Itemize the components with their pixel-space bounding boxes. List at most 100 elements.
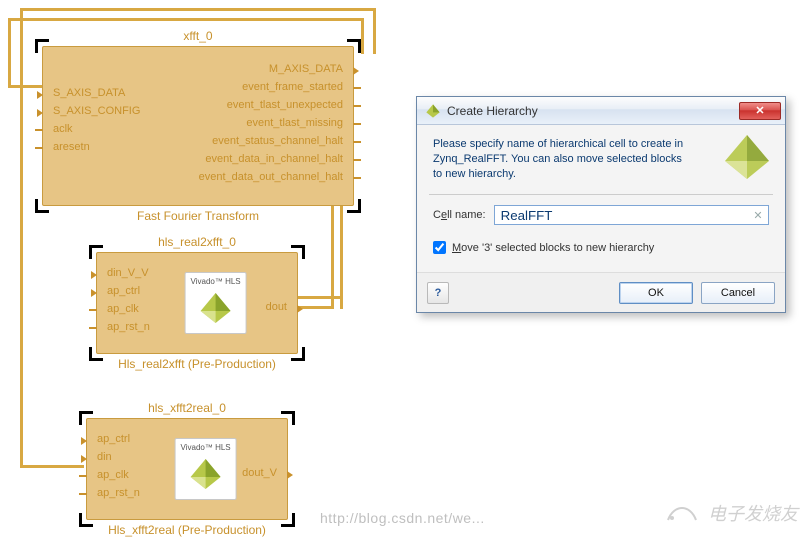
port-stub-icon bbox=[89, 327, 97, 329]
block-subtitle: Hls_real2xfft (Pre-Production) bbox=[118, 357, 276, 371]
help-icon: ? bbox=[435, 287, 442, 299]
move-blocks-checkbox[interactable] bbox=[433, 241, 446, 254]
selection-corner bbox=[291, 245, 305, 259]
port[interactable]: din bbox=[97, 449, 140, 465]
label-part: ll name: bbox=[447, 209, 486, 221]
port[interactable]: aclk bbox=[53, 121, 140, 137]
ports-right: dout_V bbox=[242, 465, 277, 481]
port-stub-icon bbox=[79, 475, 87, 477]
ok-button[interactable]: OK bbox=[619, 282, 693, 304]
port[interactable]: ap_rst_n bbox=[107, 319, 150, 335]
hls-logo-label: Vivado™ HLS bbox=[176, 443, 236, 452]
dialog-instructions: Please specify name of hierarchical cell… bbox=[433, 137, 693, 182]
selection-corner bbox=[79, 411, 93, 425]
port-stub-icon bbox=[79, 493, 87, 495]
wire bbox=[20, 465, 84, 468]
port-stub-icon bbox=[353, 177, 361, 179]
port-stub-icon bbox=[353, 105, 361, 107]
port[interactable]: din_V_V bbox=[107, 265, 150, 281]
selection-corner bbox=[281, 411, 295, 425]
port[interactable]: ap_rst_n bbox=[97, 485, 140, 501]
port-arrow-icon bbox=[353, 67, 359, 75]
port-arrow-icon bbox=[37, 91, 43, 99]
port[interactable]: S_AXIS_CONFIG bbox=[53, 103, 140, 119]
port-arrow-icon bbox=[91, 289, 97, 297]
create-hierarchy-dialog[interactable]: Create Hierarchy ✕ Please specify name o… bbox=[416, 96, 786, 313]
ports-left: ap_ctrl din ap_clk ap_rst_n bbox=[97, 431, 140, 501]
block-subtitle: Hls_xfft2real (Pre-Production) bbox=[108, 523, 266, 537]
port-arrow-icon bbox=[91, 271, 97, 279]
help-button[interactable]: ? bbox=[427, 282, 449, 304]
port[interactable]: event_tlast_missing bbox=[199, 115, 343, 131]
ip-block-real2xfft0[interactable]: hls_real2xfft_0 din_V_V ap_ctrl ap_clk a… bbox=[96, 252, 298, 354]
port[interactable]: ap_clk bbox=[97, 467, 140, 483]
port[interactable]: event_status_channel_halt bbox=[199, 133, 343, 149]
port[interactable]: event_data_out_channel_halt bbox=[199, 169, 343, 185]
dialog-title: Create Hierarchy bbox=[447, 104, 739, 118]
brand-icon bbox=[662, 498, 702, 526]
port-stub-icon bbox=[353, 123, 361, 125]
port[interactable]: event_data_in_channel_halt bbox=[199, 151, 343, 167]
cell-name-input[interactable] bbox=[494, 205, 769, 225]
port[interactable]: S_AXIS_DATA bbox=[53, 85, 140, 101]
watermark-url: http://blog.csdn.net/we... bbox=[320, 510, 485, 526]
dialog-body: Please specify name of hierarchical cell… bbox=[417, 125, 785, 194]
wire bbox=[8, 85, 42, 88]
clear-input-icon[interactable]: ✕ bbox=[751, 208, 765, 222]
watermark-brand: 电子发烧友 bbox=[662, 498, 798, 526]
port-stub-icon bbox=[353, 87, 361, 89]
ports-right: dout bbox=[266, 299, 287, 315]
dialog-titlebar[interactable]: Create Hierarchy ✕ bbox=[417, 97, 785, 125]
selection-corner bbox=[291, 347, 305, 361]
ok-label: OK bbox=[648, 287, 664, 299]
label-mnemonic: M bbox=[452, 242, 461, 254]
hls-logo-label: Vivado™ HLS bbox=[186, 277, 246, 286]
port[interactable]: ap_ctrl bbox=[107, 283, 150, 299]
port[interactable]: dout bbox=[266, 299, 287, 315]
block-title: hls_real2xfft_0 bbox=[158, 235, 236, 249]
move-blocks-row: Move '3' selected blocks to new hierarch… bbox=[417, 235, 785, 272]
port[interactable]: M_AXIS_DATA bbox=[199, 61, 343, 77]
wire bbox=[361, 18, 364, 54]
port[interactable]: dout_V bbox=[242, 465, 277, 481]
ports-left: din_V_V ap_ctrl ap_clk ap_rst_n bbox=[107, 265, 150, 335]
vivado-large-icon bbox=[723, 133, 771, 181]
block-design-canvas[interactable]: xfft_0 S_AXIS_DATA S_AXIS_CONFIG aclk ar… bbox=[0, 0, 812, 532]
selection-corner bbox=[347, 199, 361, 213]
selection-corner bbox=[89, 347, 103, 361]
wire bbox=[373, 8, 376, 54]
ports-left: S_AXIS_DATA S_AXIS_CONFIG aclk aresetn bbox=[53, 85, 140, 155]
hls-logo-box: Vivado™ HLS bbox=[175, 438, 237, 500]
wire bbox=[298, 296, 343, 299]
brand-text: 电子发烧友 bbox=[708, 500, 798, 526]
cancel-button[interactable]: Cancel bbox=[701, 282, 775, 304]
hls-logo-box: Vivado™ HLS bbox=[185, 272, 247, 334]
vivado-hls-icon bbox=[198, 290, 234, 326]
close-icon: ✕ bbox=[755, 104, 764, 117]
port[interactable]: ap_ctrl bbox=[97, 431, 140, 447]
cell-name-label: Cell name: bbox=[433, 209, 486, 221]
wire bbox=[8, 18, 11, 88]
port-stub-icon bbox=[353, 159, 361, 161]
port-arrow-icon bbox=[37, 109, 43, 117]
port-stub-icon bbox=[89, 309, 97, 311]
port-arrow-icon bbox=[81, 437, 87, 445]
separator bbox=[429, 194, 773, 195]
port[interactable]: event_frame_started bbox=[199, 79, 343, 95]
port[interactable]: event_tlast_unexpected bbox=[199, 97, 343, 113]
block-subtitle: Fast Fourier Transform bbox=[137, 209, 259, 223]
selection-corner bbox=[35, 199, 49, 213]
selection-corner bbox=[347, 39, 361, 53]
ip-block-xfft0[interactable]: xfft_0 S_AXIS_DATA S_AXIS_CONFIG aclk ar… bbox=[42, 46, 354, 206]
port[interactable]: aresetn bbox=[53, 139, 140, 155]
port[interactable]: ap_clk bbox=[107, 301, 150, 317]
cell-name-row: Cell name: ✕ bbox=[417, 205, 785, 235]
vivado-icon bbox=[425, 103, 441, 119]
wire bbox=[20, 8, 23, 468]
vivado-hls-icon bbox=[188, 456, 224, 492]
close-button[interactable]: ✕ bbox=[739, 102, 781, 120]
wire bbox=[20, 8, 376, 11]
wire bbox=[298, 306, 334, 309]
ip-block-xfft2real0[interactable]: hls_xfft2real_0 ap_ctrl din ap_clk ap_rs… bbox=[86, 418, 288, 520]
move-blocks-label: Move '3' selected blocks to new hierarch… bbox=[452, 242, 654, 254]
